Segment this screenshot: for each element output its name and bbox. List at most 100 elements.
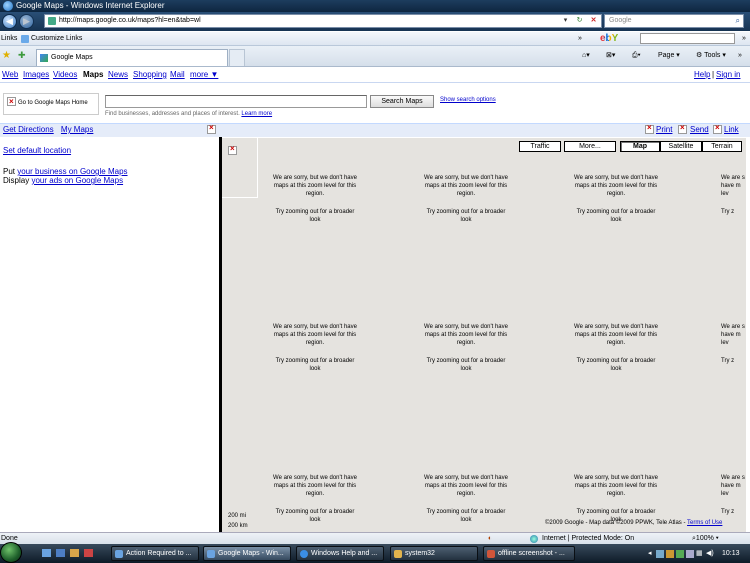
nav-shopping[interactable]: Shopping [133, 70, 167, 79]
scale-km: 200 km [228, 523, 248, 529]
browser-search-box[interactable]: Google ⌕ [604, 14, 744, 28]
send-icon[interactable] [678, 123, 687, 134]
nav-mail[interactable]: Mail [170, 70, 185, 79]
nav-images[interactable]: Images [23, 70, 49, 79]
address-bar[interactable]: http://maps.google.co.uk/maps?hl=en&tab=… [44, 14, 602, 28]
link-icon[interactable] [713, 123, 722, 134]
links-label[interactable]: Links [1, 32, 17, 46]
help-link[interactable]: Help [694, 70, 710, 79]
quick-launch-ie-icon[interactable] [42, 549, 51, 557]
taskbar-item-offline-screenshot[interactable]: offline screenshot - ... [483, 546, 575, 561]
terms-of-use-link[interactable]: Terms of Use [687, 520, 722, 526]
close-panel-icon[interactable] [207, 123, 216, 134]
ads-link[interactable]: your ads on Google Maps [31, 176, 123, 185]
nav-videos[interactable]: Videos [53, 70, 77, 79]
search-icon[interactable]: ⌕ [736, 15, 740, 27]
tray-icon[interactable] [656, 550, 664, 558]
nav-web[interactable]: Web [2, 70, 18, 79]
ebay-search-input[interactable] [640, 33, 735, 44]
chevron-icon[interactable]: » [578, 32, 582, 46]
zoom-level[interactable]: ⌕100% ▾ [692, 533, 719, 544]
tile-message-sorry: We are s have m lev [721, 175, 745, 197]
feeds-icon[interactable]: ⊠▾ [606, 50, 615, 62]
show-search-options-link[interactable]: Show search options [440, 97, 496, 103]
nav-news[interactable]: News [108, 70, 128, 79]
tab-title: Google Maps [51, 54, 93, 61]
tile-message-zoom-out: Try zooming out for a broader look [426, 509, 506, 523]
refresh-icon[interactable]: ↻ [574, 16, 585, 26]
links-bar: Links Customize Links » » [0, 32, 750, 46]
tray-icon[interactable] [686, 550, 694, 558]
my-maps-link[interactable]: My Maps [61, 125, 93, 134]
tray-icon[interactable] [666, 550, 674, 558]
tile-message-zoom-out: Try zooming out for a broader look [576, 358, 656, 372]
map-canvas[interactable]: Traffic More... Map Satellite Terrain We… [222, 138, 746, 532]
sign-in-link[interactable]: Sign in [716, 70, 740, 79]
page-menu[interactable]: Page ▾ [658, 50, 680, 62]
quick-launch-folder-icon[interactable] [70, 549, 79, 557]
ie-icon [3, 1, 13, 11]
send-link[interactable]: Send [690, 125, 709, 134]
divider [0, 82, 750, 83]
tab-google-maps[interactable]: Google Maps [36, 49, 228, 66]
map-type-map[interactable]: Map [620, 141, 660, 152]
map-type-satellite[interactable]: Satellite [660, 141, 702, 152]
add-favorites-icon[interactable]: ✚ [18, 50, 26, 61]
chevron-icon[interactable]: » [738, 50, 742, 62]
back-button[interactable]: ◀ [2, 14, 17, 29]
show-hidden-icons[interactable]: ◂ [648, 545, 652, 563]
business-link[interactable]: your business on Google Maps [17, 167, 127, 176]
quick-launch-app-icon[interactable] [84, 549, 93, 557]
link-link[interactable]: Link [724, 125, 739, 134]
start-button[interactable] [0, 542, 22, 563]
taskbar-item-windows-help[interactable]: Windows Help and ... [296, 546, 384, 561]
search-maps-button[interactable]: Search Maps [370, 95, 434, 108]
ebay-logo[interactable]: ebY [600, 33, 618, 44]
print-icon[interactable] [645, 123, 654, 134]
broken-image-icon [7, 95, 16, 108]
print-icon[interactable]: ⎙▾ [632, 50, 641, 62]
new-tab-button[interactable] [229, 49, 245, 66]
forward-button[interactable]: ▶ [19, 14, 34, 29]
volume-icon[interactable]: ◀) [706, 545, 714, 563]
zoom-control-broken-image[interactable] [228, 144, 237, 155]
traffic-button[interactable]: Traffic [519, 141, 561, 152]
go-home-image[interactable]: Go to Google Maps Home [3, 93, 99, 115]
security-zone[interactable]: Internet | Protected Mode: On [542, 533, 634, 544]
system-tray: ◂ ▦ ◀) 10:13 [648, 545, 750, 563]
favorites-star-icon[interactable]: ★ [2, 50, 11, 61]
more-button[interactable]: More... [564, 141, 616, 152]
tile-message: We are sorry, but we don't have maps at … [571, 474, 661, 524]
stop-icon[interactable]: ✕ [588, 16, 599, 26]
nav-maps: Maps [83, 70, 104, 79]
maps-search-input[interactable] [105, 95, 367, 108]
tile-message: We are sorry, but we don't have maps at … [571, 323, 661, 373]
clock[interactable]: 10:13 [722, 545, 740, 563]
print-link[interactable]: Print [656, 125, 672, 134]
dropdown-icon[interactable]: ▾ [560, 16, 571, 26]
customize-links[interactable]: Customize Links [31, 32, 82, 46]
chevron-icon[interactable]: » [742, 32, 746, 46]
taskbar-item-action-required[interactable]: Action Required to ... [111, 546, 199, 561]
taskbar-item-google-maps[interactable]: Google Maps - Win... [203, 546, 291, 561]
learn-more-link[interactable]: Learn more [241, 111, 272, 117]
set-default-location-link[interactable]: Set default location [3, 146, 71, 155]
network-icon[interactable]: ▦ [696, 545, 703, 563]
home-icon[interactable]: ⌂▾ [582, 50, 590, 62]
tray-icon[interactable] [676, 550, 684, 558]
google-nav: Web Images Videos Maps News Shopping Mai… [0, 70, 750, 81]
help-icon [300, 550, 308, 558]
nav-more[interactable]: more ▼ [190, 70, 218, 79]
get-directions-link[interactable]: Get Directions [3, 125, 54, 134]
map-copyright: ©2009 Google - Map data ©2009 PPWK, Tele… [545, 520, 723, 526]
side-panel: Set default location Put your business o… [0, 138, 220, 532]
map-type-terrain[interactable]: Terrain [702, 141, 742, 152]
tile-message: We are sorry, but we don't have maps at … [270, 323, 360, 373]
tile-message: We are sorry, but we don't have maps at … [421, 474, 511, 524]
taskbar-item-system32[interactable]: system32 [390, 546, 478, 561]
tile-message-zoom-out: Try zooming out for a broader look [275, 209, 355, 223]
tile-message-zoom-out: Try zooming out for a broader look [426, 358, 506, 372]
link-page-icon [21, 35, 29, 43]
tools-menu[interactable]: ⚙ Tools ▾ [696, 50, 726, 62]
quick-launch-desktop-icon[interactable] [56, 549, 65, 557]
